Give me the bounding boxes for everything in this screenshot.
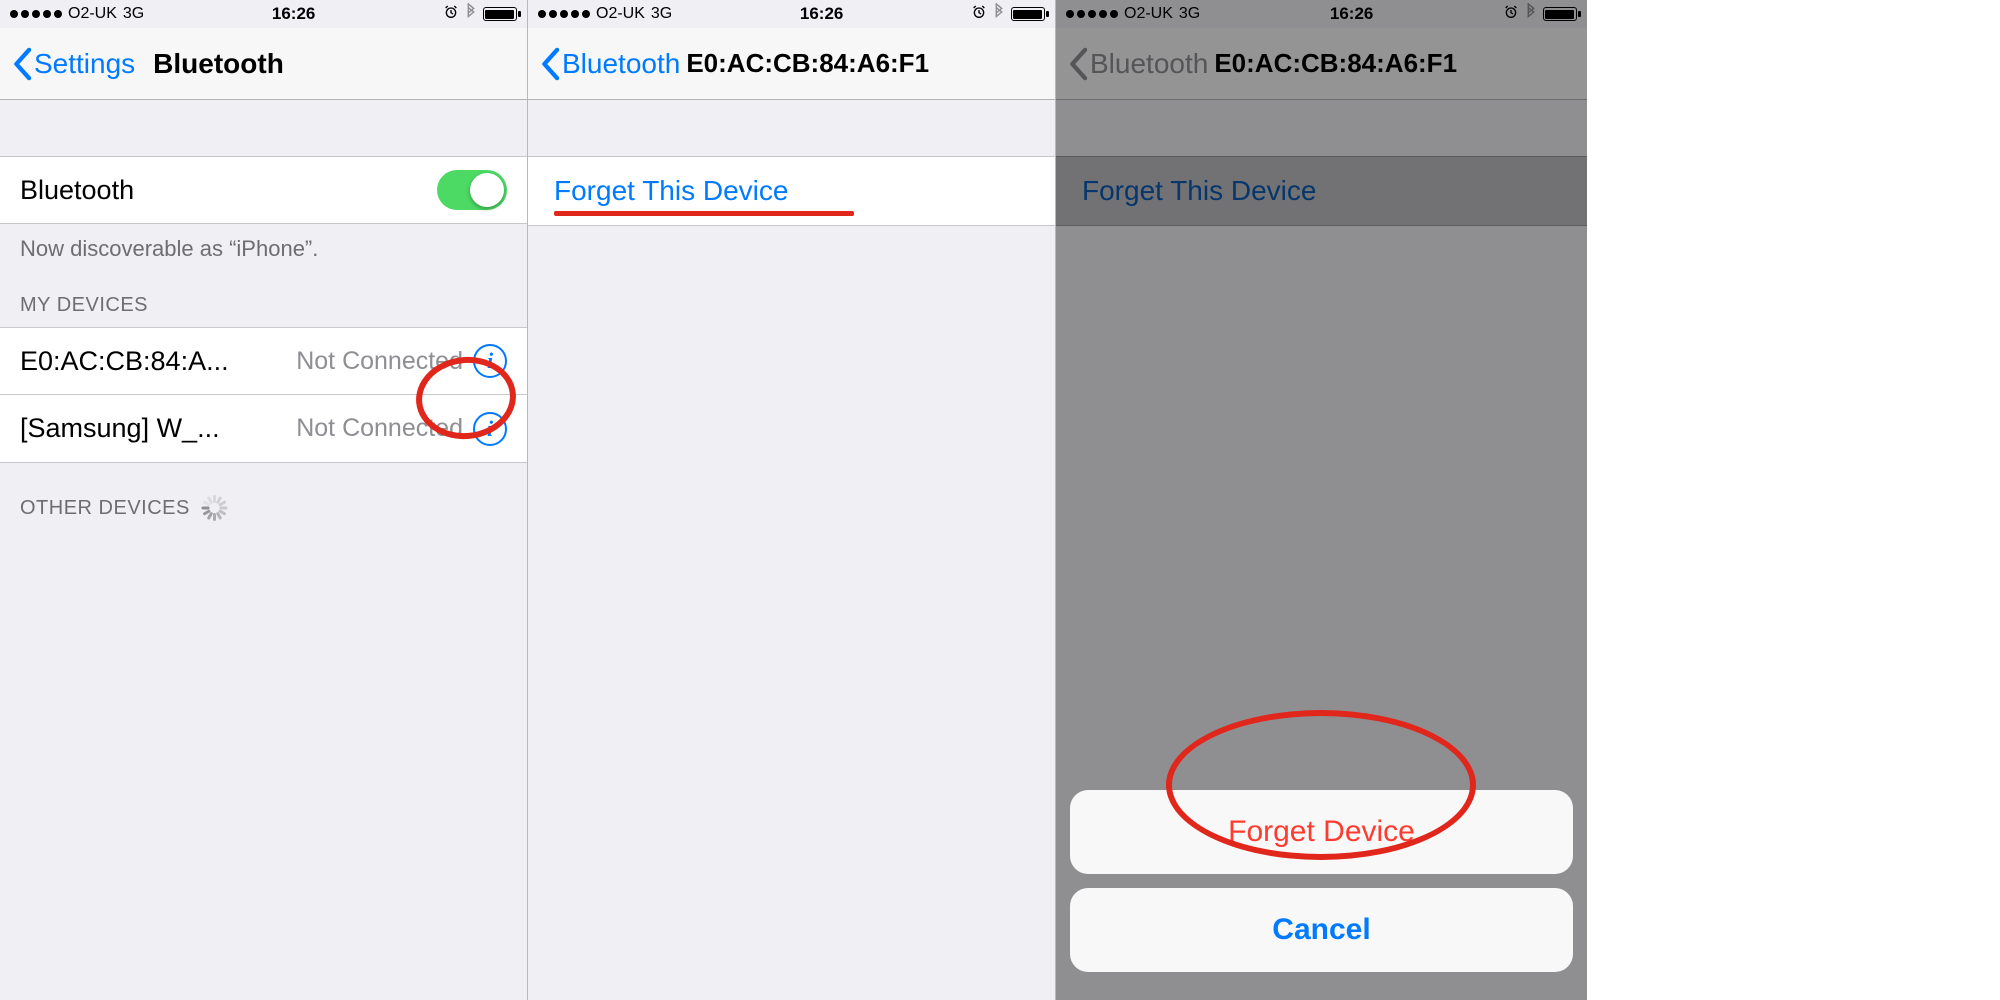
action-sheet: Forget Device Cancel <box>1070 790 1573 986</box>
info-icon[interactable]: i <box>473 344 507 378</box>
info-icon[interactable]: i <box>473 412 507 446</box>
panel-bluetooth-list: O2-UK 3G 16:26 Settings Bluetooth <box>0 0 528 1000</box>
back-label: Bluetooth <box>562 48 680 80</box>
other-devices-header: OTHER DEVICES <box>0 463 527 531</box>
bluetooth-toggle-row[interactable]: Bluetooth <box>0 156 527 224</box>
network-label: 3G <box>651 5 672 23</box>
carrier-label: O2-UK <box>68 5 117 23</box>
forget-device-button[interactable]: Forget This Device <box>528 156 1055 226</box>
my-devices-header: MY DEVICES <box>0 262 527 327</box>
nav-title: E0:AC:CB:84:A6:F1 <box>680 48 1043 79</box>
network-label: 3G <box>123 5 144 23</box>
signal-dots-icon <box>10 10 62 18</box>
nav-title: Bluetooth <box>135 48 515 80</box>
bluetooth-icon <box>993 3 1005 26</box>
annotation-underline-icon <box>554 211 854 216</box>
alarm-icon <box>443 4 459 25</box>
carrier-label: O2-UK <box>596 5 645 23</box>
back-label: Settings <box>34 48 135 80</box>
back-button[interactable]: Bluetooth <box>540 47 680 81</box>
battery-icon <box>483 7 517 21</box>
bluetooth-toggle-label: Bluetooth <box>20 175 437 206</box>
nav-bar: Bluetooth E0:AC:CB:84:A6:F1 <box>528 28 1055 100</box>
cancel-button[interactable]: Cancel <box>1070 888 1573 972</box>
status-bar: O2-UK 3G 16:26 <box>528 0 1055 28</box>
forget-device-label: Forget This Device <box>554 175 788 206</box>
three-panel-stage: O2-UK 3G 16:26 Settings Bluetooth <box>0 0 2000 1000</box>
bluetooth-toggle[interactable] <box>437 170 507 210</box>
back-button[interactable]: Settings <box>12 47 135 81</box>
device-status: Not Connected <box>296 347 473 376</box>
status-bar: O2-UK 3G 16:26 <box>0 0 527 28</box>
clock-label: 16:26 <box>800 4 843 24</box>
bluetooth-icon <box>465 3 477 26</box>
device-status: Not Connected <box>296 414 473 443</box>
device-name: [Samsung] W_... <box>20 413 296 444</box>
signal-dots-icon <box>538 10 590 18</box>
alarm-icon <box>971 4 987 25</box>
discoverable-note: Now discoverable as “iPhone”. <box>0 224 527 262</box>
panel-device-detail: O2-UK 3G 16:26 Bluetooth E0:AC:CB:84:A6:… <box>528 0 1056 1000</box>
spinner-icon <box>200 495 226 521</box>
nav-bar: Settings Bluetooth <box>0 28 527 100</box>
clock-label: 16:26 <box>272 4 315 24</box>
device-row[interactable]: E0:AC:CB:84:A... Not Connected i <box>0 327 527 395</box>
panel-action-sheet: O2-UK 3G 16:26 Bluetooth E0:AC:CB:84:A6:… <box>1056 0 1587 1000</box>
battery-icon <box>1011 7 1045 21</box>
device-name: E0:AC:CB:84:A... <box>20 346 296 377</box>
device-row[interactable]: [Samsung] W_... Not Connected i <box>0 395 527 463</box>
forget-confirm-button[interactable]: Forget Device <box>1070 790 1573 874</box>
